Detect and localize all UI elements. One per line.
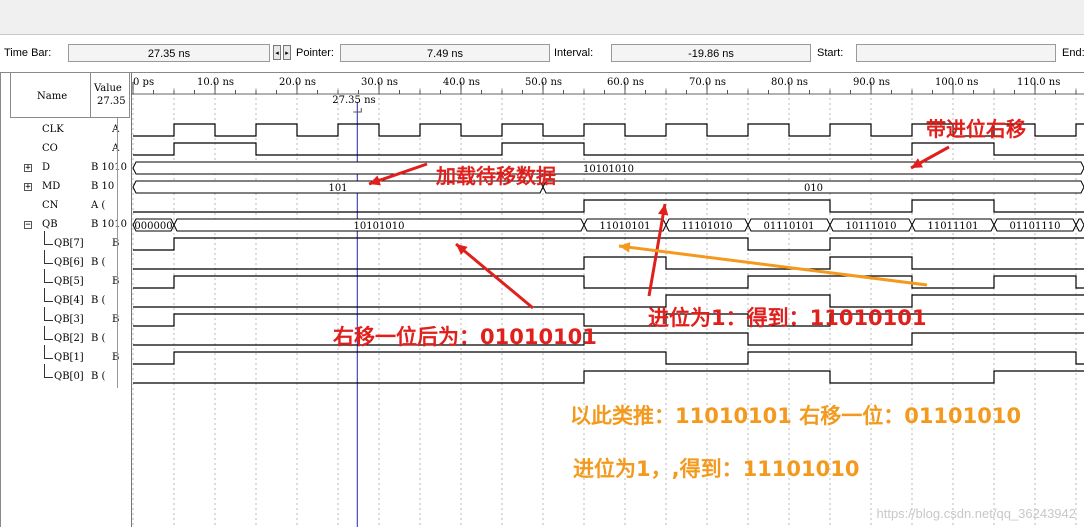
cn-waveform [133, 199, 1084, 213]
arrow-carry-one-head [658, 204, 669, 216]
name-value-separator [117, 118, 118, 388]
time-bar-label: Time Bar: [4, 47, 52, 59]
signal-value-qb6: B ( [91, 257, 106, 268]
annotation-load: 加载待移数据 [436, 164, 556, 188]
ruler-tick-label: 80.0 ns [771, 77, 808, 88]
time-bar-left-icon[interactable]: ◂ [273, 45, 281, 60]
end-label: End: [1062, 47, 1084, 59]
panel-left-edge [0, 72, 1, 527]
signal-name-qb3[interactable]: QB[3] [54, 314, 84, 325]
start-field[interactable] [856, 44, 1056, 62]
tree-connector [44, 288, 53, 302]
co-waveform [133, 142, 1084, 156]
pointer-field[interactable]: 7.49 ns [340, 44, 550, 62]
cursor-time-label: 27.35 ns [332, 95, 375, 106]
ruler-tick-label: 0 ps [133, 77, 154, 88]
expand-md-icon[interactable]: + [24, 183, 32, 192]
tree-connector [44, 345, 53, 359]
signal-name-clk[interactable]: CLK [42, 124, 64, 135]
signal-name-qb4[interactable]: QB[4] [54, 295, 84, 306]
watermark: https://blog.csdn.net/qq_36243942 [876, 506, 1077, 521]
md-bus-value: 010 [804, 183, 823, 194]
qb2-waveform [133, 332, 1084, 346]
annotation-shift-carry: 带进位右移 [926, 117, 1026, 141]
interval-field[interactable]: -19.86 ns [611, 44, 811, 62]
signal-name-md[interactable]: MD [42, 181, 60, 192]
signal-value-qb2: B ( [91, 333, 106, 344]
ruler-tick-label: 110.0 ns [1017, 77, 1060, 88]
signal-name-qb1[interactable]: QB[1] [54, 352, 84, 363]
qb4-waveform [133, 294, 1084, 308]
d-bus-value: 10101010 [583, 164, 634, 175]
signal-name-qb[interactable]: QB [42, 219, 58, 230]
qb-bus-value: 11011101 [928, 221, 979, 232]
qb-bus-segment [1075, 218, 1084, 232]
qb-bus-value: 11101010 [682, 221, 733, 232]
signal-name-qb6[interactable]: QB[6] [54, 257, 84, 268]
signal-name-qb2[interactable]: QB[2] [54, 333, 84, 344]
annotation-right-shift: 右移一位后为：01010101 [333, 325, 597, 349]
signal-value-qb4: B ( [91, 295, 106, 306]
qb-bus-value: 01101110 [1010, 221, 1061, 232]
signal-value-qb0: B ( [91, 371, 106, 382]
start-label: Start: [817, 47, 844, 59]
ruler-tick-label: 30.0 ns [361, 77, 398, 88]
arrow-load-head [369, 175, 381, 186]
tree-connector [44, 269, 53, 283]
signal-value-md: B 10 [91, 181, 115, 192]
qb-bus-value: 11010101 [600, 221, 651, 232]
expand-qb-icon[interactable]: − [24, 221, 32, 230]
window-top-strip [0, 0, 1084, 35]
qb-bus-value: 10111010 [846, 221, 897, 232]
signal-value-cn: A ( [91, 200, 106, 211]
tree-connector [44, 326, 53, 340]
qb7-waveform [133, 237, 1084, 251]
qb1-waveform [133, 351, 1084, 365]
ruler-tick-label: 40.0 ns [443, 77, 480, 88]
time-bar-right-icon[interactable]: ▸ [283, 45, 291, 60]
ruler-tick-label: 20.0 ns [279, 77, 316, 88]
annotation-analogy: 以此类推：11010101 右移一位：01101010 [570, 404, 1022, 428]
name-header-text: Name [37, 91, 68, 102]
signal-value-qb: B 1010 [91, 219, 127, 230]
md-bus-value: 101 [328, 183, 347, 194]
tree-connector [44, 307, 53, 321]
signal-value-d: B 1010 [91, 162, 127, 173]
signal-name-cn[interactable]: CN [42, 200, 58, 211]
expand-d-icon[interactable]: + [24, 164, 32, 173]
interval-label: Interval: [554, 47, 594, 59]
signal-name-d[interactable]: D [42, 162, 50, 173]
ruler-tick-label: 90.0 ns [853, 77, 890, 88]
time-bar-toolbar: Time Bar: 27.35 ns ◂ ▸ Pointer: 7.49 ns … [0, 42, 1084, 66]
signal-name-qb5[interactable]: QB[5] [54, 276, 84, 287]
ruler-tick-label: 70.0 ns [689, 77, 726, 88]
qb-bus-value: 000000 [134, 221, 172, 232]
value-column-header: Value 27.35 [90, 72, 130, 118]
signal-name-qb7[interactable]: QB[7] [54, 238, 84, 249]
qb6-waveform [133, 256, 1084, 270]
tree-connector [44, 250, 53, 264]
annotation-carry-one: 进位为1：得到：11010101 [648, 306, 927, 330]
ruler-tick-label: 100.0 ns [935, 77, 978, 88]
value-header-time: 27.35 [97, 96, 126, 107]
ruler-tick-label: 60.0 ns [607, 77, 644, 88]
arrow-orange [618, 244, 928, 287]
annotation-carry-two: 进位为1，,得到：11101010 [573, 457, 860, 481]
qb5-waveform [133, 275, 1084, 289]
pointer-label: Pointer: [296, 47, 334, 59]
tree-connector [44, 231, 53, 245]
qb0-waveform [133, 370, 1084, 384]
qb-bus-value: 01110101 [764, 221, 815, 232]
tree-connector [44, 364, 53, 378]
time-bar-field[interactable]: 27.35 ns [68, 44, 270, 62]
signal-name-co[interactable]: CO [42, 143, 58, 154]
signal-name-qb0[interactable]: QB[0] [54, 371, 84, 382]
qb3-waveform [133, 313, 1084, 327]
ruler-tick-label: 50.0 ns [525, 77, 562, 88]
qb-bus-value: 10101010 [354, 221, 405, 232]
ruler-tick-label: 10.0 ns [197, 77, 234, 88]
value-header-text: Value [94, 83, 122, 94]
